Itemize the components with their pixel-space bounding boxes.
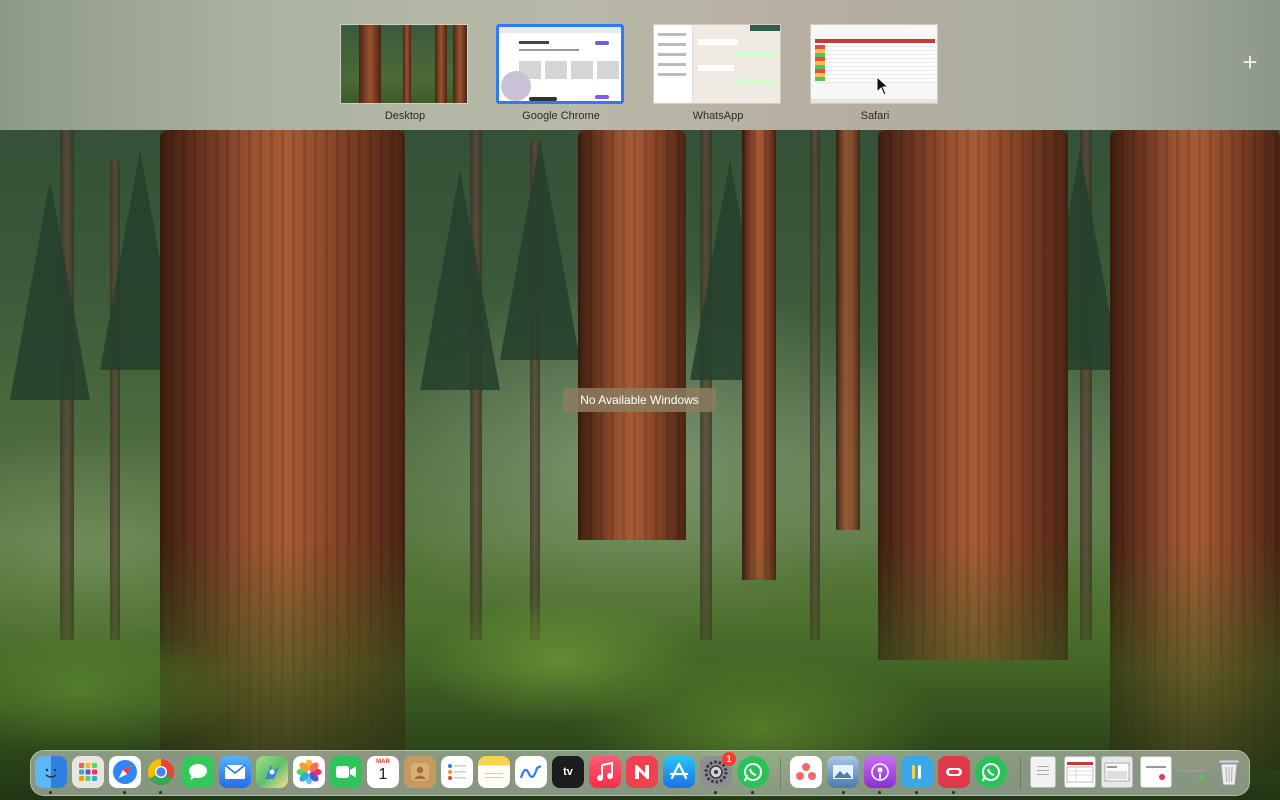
space-google-chrome[interactable]: Google Chrome xyxy=(496,24,626,122)
news-icon[interactable] xyxy=(626,756,658,788)
preview-icon[interactable] xyxy=(827,756,859,788)
sequoia-trunk-center xyxy=(578,130,686,540)
facetime-icon[interactable] xyxy=(330,756,362,788)
thin-tree-trunk xyxy=(742,130,776,580)
chrome-icon[interactable] xyxy=(145,756,177,788)
running-indicator xyxy=(159,791,162,794)
background-pine xyxy=(10,180,90,400)
app-store-icon[interactable] xyxy=(663,756,695,788)
keeper-icon[interactable] xyxy=(901,756,933,788)
calendar-day: 1 xyxy=(378,766,388,783)
running-indicator xyxy=(915,791,918,794)
mail-icon[interactable] xyxy=(219,756,251,788)
trash-icon[interactable] xyxy=(1213,756,1245,788)
whatsapp-thumbnail-art xyxy=(654,25,780,103)
download-thumbnail-icon[interactable] xyxy=(1140,756,1172,788)
calendar-icon[interactable]: MAR 1 xyxy=(367,756,399,788)
messages-icon[interactable] xyxy=(182,756,214,788)
spreadsheet-thumbnail-icon[interactable] xyxy=(1064,756,1096,788)
space-label: Safari xyxy=(860,110,890,122)
space-thumbnail-chrome[interactable] xyxy=(496,24,624,104)
notes-icon[interactable] xyxy=(478,756,510,788)
running-indicator xyxy=(49,791,52,794)
contacts-icon[interactable] xyxy=(404,756,436,788)
safari-thumbnail-art xyxy=(811,25,937,103)
mouse-cursor-icon xyxy=(876,76,890,96)
launchpad-icon[interactable] xyxy=(72,756,104,788)
no-windows-message: No Available Windows xyxy=(563,388,716,412)
whatsapp-alt-icon[interactable] xyxy=(975,756,1007,788)
space-thumbnail-desktop[interactable] xyxy=(340,24,468,104)
maps-icon[interactable] xyxy=(256,756,288,788)
space-label: Desktop xyxy=(384,110,426,122)
add-space-button[interactable]: + xyxy=(1238,49,1262,75)
downloads-stack-icon[interactable] xyxy=(1176,756,1208,788)
calendar-month: MAR xyxy=(376,759,390,765)
thin-tree-trunk xyxy=(836,130,860,530)
dock-separator xyxy=(1020,757,1021,789)
running-indicator xyxy=(842,791,845,794)
running-indicator xyxy=(714,791,717,794)
apple-tv-label: tv xyxy=(563,766,573,778)
reminders-icon[interactable] xyxy=(441,756,473,788)
music-icon[interactable] xyxy=(589,756,621,788)
space-thumbnail-safari[interactable] xyxy=(810,24,938,104)
asana-icon[interactable] xyxy=(790,756,822,788)
whatsapp-icon[interactable] xyxy=(737,756,769,788)
podcasts-icon[interactable] xyxy=(864,756,896,788)
system-settings-icon[interactable]: 1 xyxy=(700,752,736,788)
finder-icon[interactable] xyxy=(35,756,67,788)
chrome-thumbnail-art xyxy=(499,27,621,101)
mission-control-spaces-bar: Desktop Google Chrome WhatsApp Safari + xyxy=(0,0,1280,130)
dock-separator xyxy=(780,757,781,789)
space-desktop[interactable]: Desktop xyxy=(340,24,470,122)
freeform-icon[interactable] xyxy=(515,756,547,788)
space-label: WhatsApp xyxy=(692,110,744,122)
running-indicator xyxy=(123,791,126,794)
space-label: Google Chrome xyxy=(522,110,600,122)
space-whatsapp[interactable]: WhatsApp xyxy=(653,24,783,122)
notification-badge: 1 xyxy=(722,752,736,766)
safari-icon[interactable] xyxy=(109,756,141,788)
running-indicator xyxy=(952,791,955,794)
running-indicator xyxy=(878,791,881,794)
document-icon[interactable] xyxy=(1030,756,1056,788)
space-thumbnail-whatsapp[interactable] xyxy=(653,24,781,104)
apple-tv-icon[interactable]: tv xyxy=(552,756,584,788)
background-pine xyxy=(500,140,580,360)
desktop-thumbnail-art xyxy=(341,25,467,103)
photos-icon[interactable] xyxy=(293,756,325,788)
background-pine xyxy=(420,170,500,390)
space-safari[interactable]: Safari xyxy=(810,24,940,122)
window-thumbnail-icon[interactable] xyxy=(1101,756,1133,788)
running-indicator xyxy=(751,791,754,794)
edge-like-icon[interactable] xyxy=(938,756,970,788)
